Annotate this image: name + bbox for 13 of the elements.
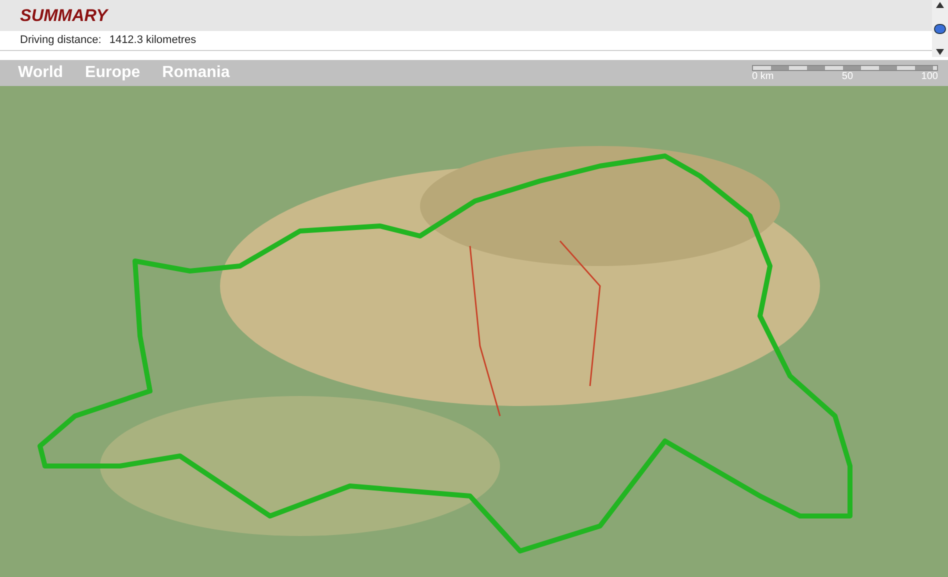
scrollbar[interactable] [932, 0, 948, 57]
breadcrumb-link[interactable]: Romania [162, 61, 230, 85]
distance-value: 1412.3 kilometres [109, 33, 196, 48]
scale-label: 50 [842, 72, 854, 82]
scroll-down-icon[interactable] [936, 49, 944, 55]
scale-label: 100 [921, 72, 938, 82]
scale-label: 0 km [752, 72, 774, 82]
scroll-up-icon[interactable] [936, 2, 944, 8]
scroll-thumb[interactable] [934, 24, 946, 34]
breadcrumb-link[interactable]: Europe [85, 61, 140, 85]
summary-title: SUMMARY [20, 4, 108, 27]
distance-label: Driving distance: [20, 33, 102, 48]
breadcrumb-link[interactable]: World [18, 61, 64, 85]
